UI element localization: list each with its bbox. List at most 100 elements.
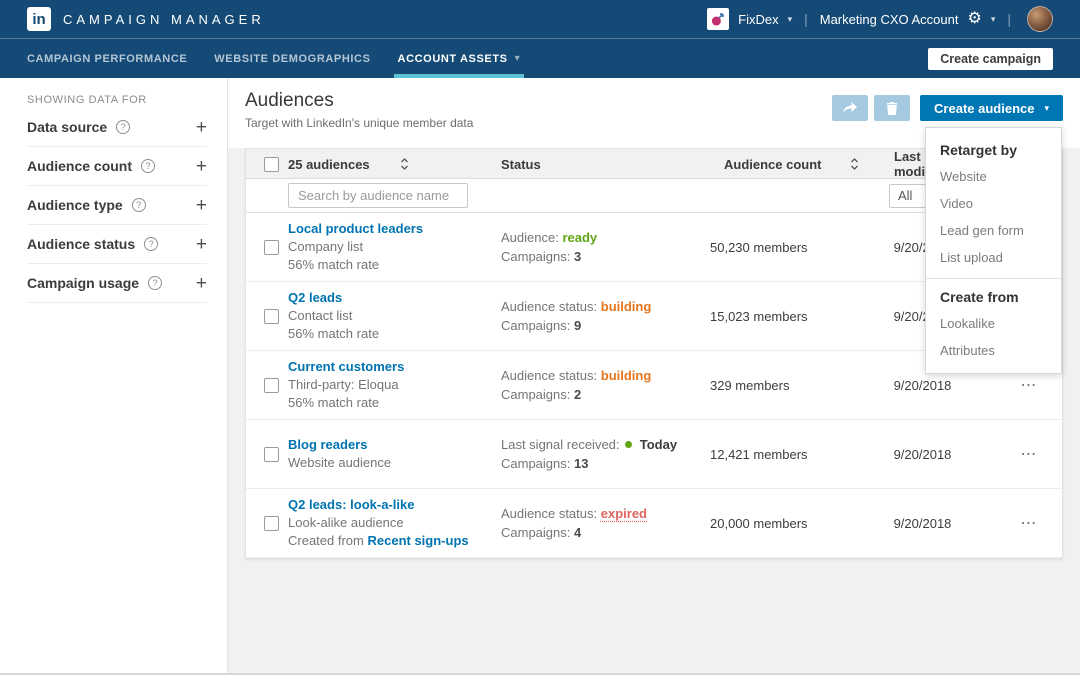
filter-label: Data source [27,119,107,135]
question-icon[interactable]: ? [148,276,162,290]
member-count: 50,230 members [704,240,869,255]
nav-bar: CAMPAIGN PERFORMANCE WEBSITE DEMOGRAPHIC… [0,38,1080,78]
member-count: 329 members [704,378,869,393]
tab-campaign-performance[interactable]: CAMPAIGN PERFORMANCE [27,39,187,78]
org-caret-down-icon[interactable]: ▾ [788,15,793,24]
create-audience-menu: Retarget by Website Video Lead gen form … [925,127,1062,374]
top-right-controls: FixDex ▾ | Marketing CXO Account ⚙ ▾ | [707,6,1053,32]
status-column-header: Status [501,157,704,172]
plus-icon[interactable]: + [196,157,207,176]
select-all-checkbox[interactable] [264,157,279,172]
plus-icon[interactable]: + [196,196,207,215]
search-input[interactable] [288,183,468,208]
audience-name-link[interactable]: Local product leaders [288,220,493,238]
audience-type-text: Contact list [288,307,493,325]
audience-name-link[interactable]: Current customers [288,358,493,376]
filter-label: Campaign usage [27,275,139,291]
menu-item[interactable]: Lead gen form [926,217,1061,244]
menu-section-header: Create from [926,280,1061,310]
topbar-divider: | [801,11,811,27]
campaigns-count: 2 [574,387,581,402]
question-icon[interactable]: ? [132,198,146,212]
plus-icon[interactable]: + [196,118,207,137]
sidebar-filter-item[interactable]: Audience status ? + [27,225,207,264]
last-modified-date: 9/20/2018 [869,447,976,462]
ellipsis-icon[interactable]: ⋯ [976,444,1062,464]
tab-label: CAMPAIGN PERFORMANCE [27,53,187,65]
audience-count-column-header: Audience count [724,157,822,172]
match-rate-text: 56% match rate [288,256,493,274]
menu-item[interactable]: Lookalike [926,310,1061,337]
ellipsis-icon[interactable]: ⋯ [976,513,1062,533]
row-checkbox[interactable] [264,378,279,393]
account-name[interactable]: Marketing CXO Account [820,12,959,27]
audience-name-link[interactable]: Q2 leads [288,289,493,307]
sidebar-filter-item[interactable]: Audience count ? + [27,147,207,186]
campaigns-count: 9 [574,318,581,333]
status-label: Audience status: [501,506,597,521]
status-value: building [601,299,652,314]
campaigns-label: Campaigns: [501,525,570,540]
user-avatar[interactable] [1027,6,1053,32]
question-icon[interactable]: ? [116,120,130,134]
audience-name-link[interactable]: Q2 leads: look-a-like [288,496,493,514]
created-from-prefix: Created from [288,533,367,548]
sort-icon[interactable] [400,158,409,170]
campaigns-label: Campaigns: [501,456,570,471]
status-label: Audience status: [501,299,597,314]
create-audience-label: Create audience [934,101,1034,116]
menu-item[interactable]: Website [926,163,1061,190]
chevron-down-icon: ▾ [515,54,521,64]
filter-label: Audience type [27,197,123,213]
status-dot [625,441,632,448]
source-audience-link[interactable]: Recent sign-ups [367,533,468,548]
ellipsis-icon[interactable]: ⋯ [976,375,1062,395]
menu-item[interactable]: Video [926,190,1061,217]
status-label: Audience status: [501,368,597,383]
row-checkbox[interactable] [264,309,279,324]
share-button[interactable] [832,95,868,121]
tab-label: WEBSITE DEMOGRAPHICS [214,53,370,65]
menu-item[interactable]: Attributes [926,337,1061,364]
sidebar-filter-item[interactable]: Audience type ? + [27,186,207,225]
tab-website-demographics[interactable]: WEBSITE DEMOGRAPHICS [214,39,370,78]
sidebar-heading: SHOWING DATA FOR [27,94,227,106]
audiences-count-header: 25 audiences [288,157,370,172]
row-checkbox[interactable] [264,447,279,462]
filter-label: Audience count [27,158,132,174]
question-icon[interactable]: ? [141,159,155,173]
trash-icon [886,101,898,115]
create-audience-button[interactable]: Create audience ▾ [920,95,1063,121]
sort-icon[interactable] [850,158,859,170]
gear-icon[interactable]: ⚙ [967,11,981,27]
tab-account-assets[interactable]: ACCOUNT ASSETS ▾ [398,39,521,78]
campaigns-count: 3 [574,249,581,264]
status-value: building [601,368,652,383]
match-rate-text: 56% match rate [288,394,493,412]
sidebar-filter-item[interactable]: Campaign usage ? + [27,264,207,303]
status-value: ready [562,230,597,245]
last-modified-date: 9/20/2018 [869,516,976,531]
top-bar: in CAMPAIGN MANAGER FixDex ▾ | Marketing… [0,0,1080,38]
row-checkbox[interactable] [264,240,279,255]
fixdex-logo-icon [707,8,729,30]
member-count: 20,000 members [704,516,869,531]
plus-icon[interactable]: + [196,235,207,254]
plus-icon[interactable]: + [196,274,207,293]
main-content: Audiences Target with LinkedIn's unique … [228,78,1080,675]
org-name[interactable]: FixDex [738,12,778,27]
audience-type-text: Website audience [288,454,493,472]
linkedin-logo-icon: in [27,7,51,31]
chevron-down-icon: ▾ [1044,104,1049,113]
menu-item[interactable]: List upload [926,244,1061,271]
row-checkbox[interactable] [264,516,279,531]
question-icon[interactable]: ? [144,237,158,251]
sidebar-filter-item[interactable]: Data source ? + [27,108,207,147]
create-campaign-button[interactable]: Create campaign [928,48,1053,70]
account-caret-down-icon[interactable]: ▾ [991,15,996,24]
delete-button[interactable] [874,95,910,121]
audience-name-link[interactable]: Blog readers [288,436,493,454]
campaigns-label: Campaigns: [501,249,570,264]
status-value: expired [601,506,647,521]
filter-label: Audience status [27,236,135,252]
